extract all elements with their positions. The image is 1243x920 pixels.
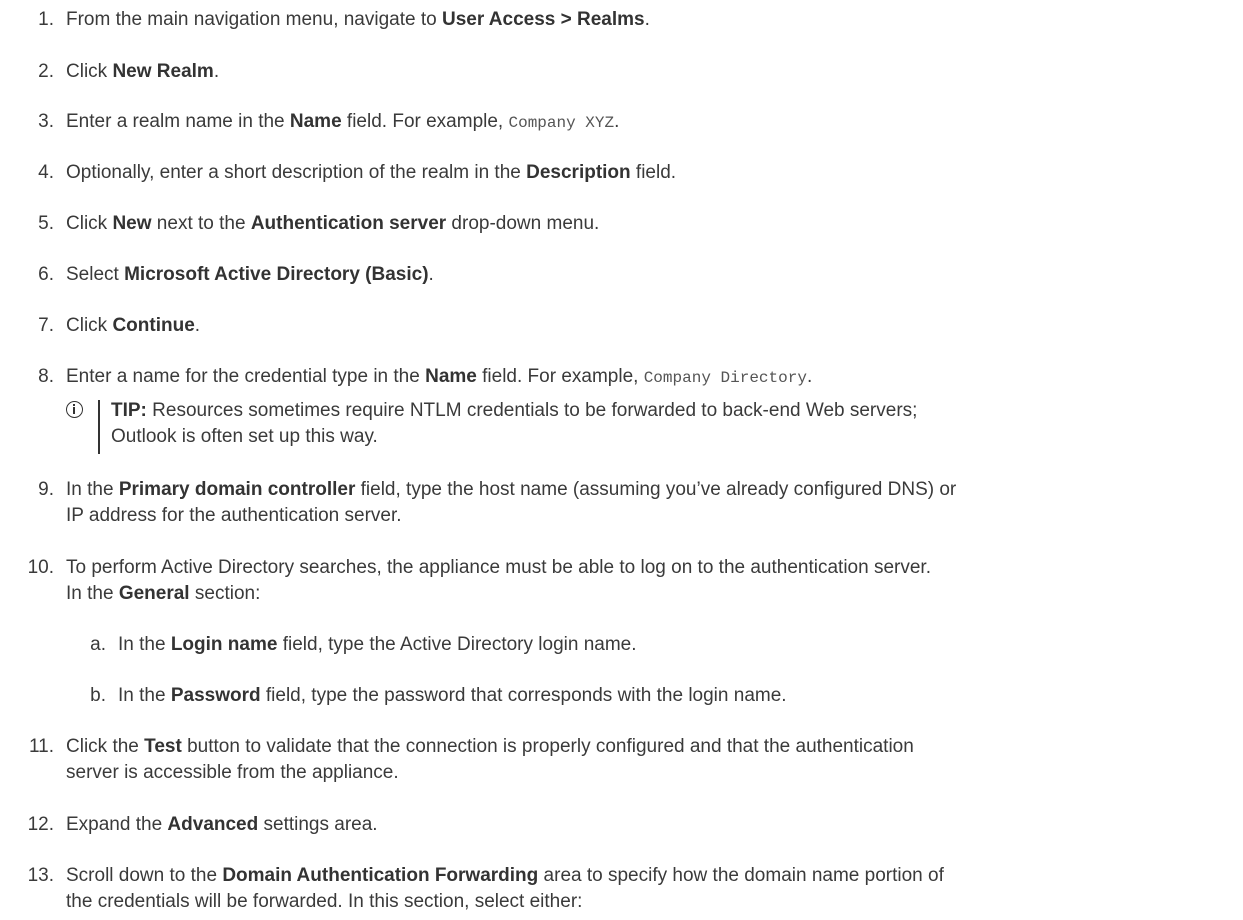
step-text: From the main navigation menu, navigate … <box>66 9 650 30</box>
step-number: 8. <box>38 366 54 387</box>
substep-letter: b. <box>90 685 106 706</box>
step-number: 1. <box>38 9 54 30</box>
tip-note: TIP: Resources sometimes require NTLM cr… <box>66 398 1236 458</box>
code-example: Company Directory <box>643 369 807 387</box>
step-number: 9. <box>38 479 54 500</box>
step-text: Enter a name for the credential type in … <box>66 366 813 387</box>
tip-text: TIP: Resources sometimes require NTLM cr… <box>111 400 918 447</box>
step-number: 7. <box>38 315 54 336</box>
step-text: In the Primary domain controller field, … <box>66 479 957 526</box>
step-number: 2. <box>38 61 54 82</box>
step-text: Scroll down to the Domain Authentication… <box>66 865 944 912</box>
substep-letter: a. <box>90 634 106 655</box>
step-number: 13. <box>27 865 54 886</box>
step-text: Click the Test button to validate that t… <box>66 736 914 783</box>
step-number: 3. <box>38 111 54 132</box>
step-text: Click New next to the Authentication ser… <box>66 213 600 234</box>
tip-label: TIP: <box>111 400 147 421</box>
step-number: 12. <box>27 814 54 835</box>
step-text: To perform Active Directory searches, th… <box>66 557 931 604</box>
step-text: Expand the Advanced settings area. <box>66 814 378 835</box>
code-example: Company XYZ <box>508 114 615 132</box>
step-text: Optionally, enter a short description of… <box>66 162 677 183</box>
step-number: 6. <box>38 264 54 285</box>
step-number: 11. <box>28 736 54 757</box>
step-text: Click Continue. <box>66 315 201 336</box>
tip-divider <box>98 400 100 454</box>
substep-text: In the Password field, type the password… <box>118 685 787 706</box>
step-text: Click New Realm. <box>66 61 220 82</box>
substep-text: In the Login name field, type the Active… <box>118 634 637 655</box>
step-number: 5. <box>38 213 54 234</box>
step-text: Select Microsoft Active Directory (Basic… <box>66 264 434 285</box>
step-number: 10. <box>27 557 54 578</box>
step-text: Enter a realm name in the Name field. Fo… <box>66 111 620 132</box>
info-icon <box>66 401 83 418</box>
step-number: 4. <box>38 162 54 183</box>
